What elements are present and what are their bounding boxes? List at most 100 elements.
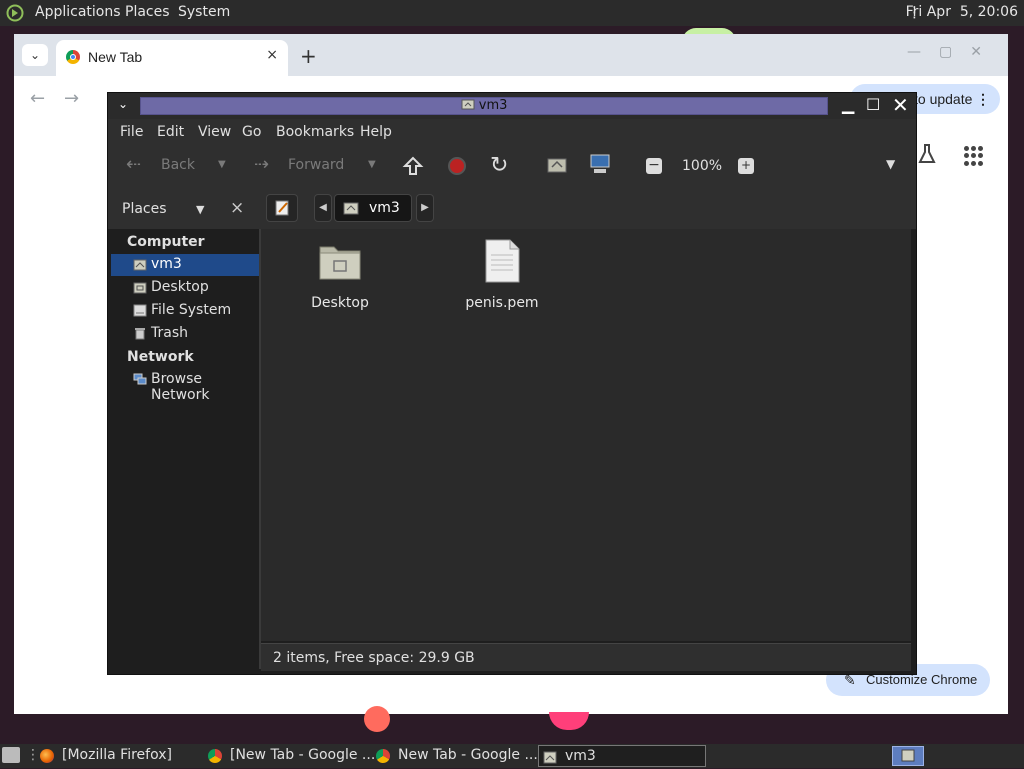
edit-note-icon xyxy=(275,200,289,216)
sidebar-heading-network: Network xyxy=(127,349,194,365)
forward-button[interactable]: Forward xyxy=(288,157,344,173)
sidebar-item-browse-network[interactable]: Browse Network xyxy=(111,369,259,403)
trash-icon xyxy=(135,328,145,340)
chevron-down-icon[interactable]: ▼ xyxy=(196,203,204,216)
menu-view[interactable]: View xyxy=(198,124,231,140)
tab-search-button[interactable]: ⌄ xyxy=(22,44,48,66)
chrome-window-controls[interactable]: —▢✕ xyxy=(907,44,1000,60)
chrome-icon xyxy=(376,749,390,763)
sidebar-item-vm3[interactable]: vm3 xyxy=(111,254,259,276)
task-label: [Mozilla Firefox] xyxy=(62,747,172,763)
firefox-icon xyxy=(40,749,54,763)
chrome-tab-new-tab[interactable]: New Tab × xyxy=(56,40,288,76)
path-scroll-left-button[interactable]: ◀ xyxy=(314,194,332,222)
places-selector[interactable]: Places xyxy=(122,201,167,217)
file-name: Desktop xyxy=(311,295,369,311)
sidebar-item-trash[interactable]: Trash xyxy=(111,323,259,345)
back-arrow-icon[interactable]: ← xyxy=(30,88,45,109)
reload-icon[interactable]: ↻ xyxy=(490,153,508,178)
path-button-vm3[interactable]: vm3 xyxy=(334,194,412,222)
file-item-penis-pem[interactable]: penis.pem xyxy=(447,237,557,317)
sidebar-item-label: File System xyxy=(151,302,232,318)
menu-file[interactable]: File xyxy=(120,124,143,140)
menu-bar: File Edit View Go Bookmarks Help xyxy=(108,119,916,145)
up-arrow-icon[interactable] xyxy=(402,155,424,177)
toolbar: ⇠ Back ▼ ⇢ Forward ▼ ↻ − 100% + ▼ xyxy=(108,145,916,187)
path-scroll-right-button[interactable]: ▶ xyxy=(416,194,434,222)
drive-icon xyxy=(133,304,147,317)
stop-icon[interactable] xyxy=(448,157,466,175)
forward-history-arrow-icon[interactable]: ▼ xyxy=(368,159,376,170)
system-menu[interactable]: System xyxy=(178,4,230,20)
back-history-arrow-icon[interactable]: ▼ xyxy=(218,159,226,170)
file-item-desktop[interactable]: Desktop xyxy=(285,237,395,317)
window-title[interactable]: vm3 xyxy=(140,97,828,115)
home-folder-icon xyxy=(901,749,915,762)
zoom-out-icon[interactable]: − xyxy=(646,158,662,174)
update-label: to update xyxy=(914,91,973,107)
task-firefox[interactable]: [Mozilla Firefox] xyxy=(36,745,196,767)
toolbar-overflow-icon[interactable]: ▼ xyxy=(886,157,895,171)
sidebar-item-label: Desktop xyxy=(151,279,209,295)
window-title-text: vm3 xyxy=(478,98,508,113)
chrome-icon xyxy=(208,749,222,763)
doodle-shape xyxy=(549,712,589,730)
doodle-shape xyxy=(364,706,390,732)
places-sidebar: Computer vm3 Desktop File System Trash N… xyxy=(111,229,261,669)
file-name: penis.pem xyxy=(465,295,539,311)
show-desktop-icon[interactable] xyxy=(2,747,20,763)
chrome-tab-title: New Tab xyxy=(88,49,143,65)
sidebar-item-label: Trash xyxy=(151,325,188,341)
task-label: New Tab - Google ... xyxy=(398,747,538,763)
back-button[interactable]: Back xyxy=(161,157,195,173)
task-vm3[interactable]: vm3 xyxy=(538,745,706,767)
task-label: [New Tab - Google ... xyxy=(230,747,376,763)
status-text: 2 items, Free space: 29.9 GB xyxy=(273,650,475,666)
edit-location-button[interactable] xyxy=(266,194,298,222)
applications-menu[interactable]: Applications xyxy=(35,4,121,20)
taskbar: ⋮ [Mozilla Firefox] [New Tab - Google ..… xyxy=(0,744,1024,768)
desktop-folder-icon xyxy=(133,282,147,294)
forward-arrow-icon[interactable]: → xyxy=(64,88,79,109)
task-chrome-2[interactable]: New Tab - Google ... xyxy=(372,745,538,767)
top-panel: Applications Places System ⋮ Fri Apr 5, … xyxy=(0,0,1024,26)
sidebar-item-label: vm3 xyxy=(151,256,182,272)
back-arrow-icon[interactable]: ⇠ xyxy=(126,154,141,175)
close-tab-button[interactable]: × xyxy=(266,47,278,63)
close-sidebar-button[interactable]: × xyxy=(230,198,244,218)
computer-icon[interactable] xyxy=(588,153,612,175)
file-view[interactable]: Desktop penis.pem xyxy=(261,229,911,641)
sidebar-item-label: Browse Network xyxy=(151,371,210,403)
places-menu[interactable]: Places xyxy=(125,4,170,20)
menu-go[interactable]: Go xyxy=(242,124,261,140)
title-bar[interactable]: ⌄ vm3 ▁ ☐ ✕ xyxy=(108,93,916,119)
folder-icon xyxy=(319,246,361,280)
forward-arrow-icon[interactable]: ⇢ xyxy=(254,154,269,175)
menu-bookmarks[interactable]: Bookmarks xyxy=(276,124,354,140)
file-manager-window: ⌄ vm3 ▁ ☐ ✕ File Edit View Go Bookmarks … xyxy=(107,92,917,675)
close-button[interactable]: ✕ xyxy=(892,93,909,117)
network-icon xyxy=(133,373,147,385)
workspace-switcher[interactable] xyxy=(892,746,924,766)
window-menu-icon[interactable]: ⌄ xyxy=(118,97,128,111)
maximize-button[interactable]: ☐ xyxy=(866,95,880,114)
sidebar-item-file-system[interactable]: File System xyxy=(111,300,259,322)
sidebar-item-desktop[interactable]: Desktop xyxy=(111,277,259,299)
minimize-button[interactable]: ▁ xyxy=(842,95,854,114)
menu-edit[interactable]: Edit xyxy=(157,124,184,140)
chrome-menu-icon[interactable]: ⋮ xyxy=(976,84,990,114)
home-folder-icon xyxy=(133,259,147,271)
task-chrome-1[interactable]: [New Tab - Google ... xyxy=(204,745,375,767)
zoom-level: 100% xyxy=(682,158,723,174)
zoom-in-icon[interactable]: + xyxy=(738,158,754,174)
task-label: vm3 xyxy=(565,748,596,764)
home-folder-icon xyxy=(343,202,359,215)
home-icon[interactable] xyxy=(546,155,568,173)
labs-flask-icon[interactable] xyxy=(918,144,936,164)
menu-help[interactable]: Help xyxy=(360,124,392,140)
new-tab-button[interactable]: + xyxy=(300,44,317,68)
os-logo-icon[interactable] xyxy=(6,4,24,22)
path-label: vm3 xyxy=(369,200,400,216)
clock[interactable]: Fri Apr 5, 20:06 xyxy=(906,4,1018,20)
google-apps-icon[interactable] xyxy=(964,146,984,166)
